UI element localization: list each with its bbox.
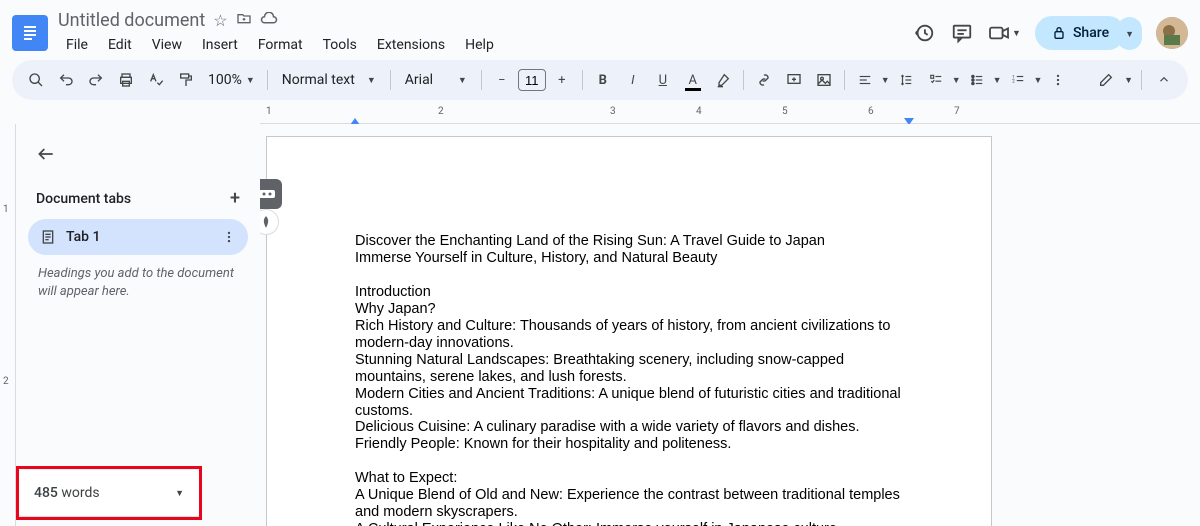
toolbar: 100%▼ Normal text▼ Arial▼ − + B I U A ▼ … bbox=[12, 60, 1188, 100]
history-icon[interactable] bbox=[912, 21, 936, 45]
menubar: File Edit View Insert Format Tools Exten… bbox=[58, 33, 912, 57]
menu-extensions[interactable]: Extensions bbox=[369, 33, 453, 57]
increase-font-icon[interactable]: + bbox=[548, 66, 576, 94]
page-canvas[interactable]: Discover the Enchanting Land of the Risi… bbox=[266, 136, 992, 526]
zoom-selector[interactable]: 100%▼ bbox=[202, 72, 261, 88]
numbered-list-icon[interactable]: 12 bbox=[1004, 66, 1032, 94]
redo-icon[interactable] bbox=[82, 66, 110, 94]
doc-line[interactable]: Modern Cities and Ancient Traditions: A … bbox=[355, 386, 903, 420]
insert-link-icon[interactable] bbox=[750, 66, 778, 94]
smart-chip-icon[interactable] bbox=[260, 179, 282, 209]
doc-line[interactable] bbox=[355, 267, 903, 284]
print-icon[interactable] bbox=[112, 66, 140, 94]
chevron-down-icon: ▼ bbox=[175, 488, 184, 499]
line-spacing-icon[interactable] bbox=[892, 66, 920, 94]
menu-view[interactable]: View bbox=[144, 33, 190, 57]
horizontal-ruler[interactable]: 1 2 3 4 5 6 7 bbox=[260, 108, 1200, 124]
search-icon[interactable] bbox=[22, 66, 50, 94]
decrease-font-icon[interactable]: − bbox=[488, 66, 516, 94]
account-avatar[interactable] bbox=[1156, 17, 1188, 49]
doc-line[interactable]: A Unique Blend of Old and New: Experienc… bbox=[355, 487, 903, 521]
underline-button[interactable]: U bbox=[649, 66, 677, 94]
font-size-input[interactable] bbox=[518, 69, 546, 91]
svg-text:2: 2 bbox=[1012, 78, 1015, 84]
collapse-toolbar-icon[interactable] bbox=[1150, 66, 1178, 94]
add-tab-icon[interactable]: + bbox=[230, 188, 240, 209]
back-arrow-icon[interactable] bbox=[24, 140, 252, 172]
bullet-list-icon[interactable] bbox=[963, 66, 991, 94]
doc-line[interactable]: Rich History and Culture: Thousands of y… bbox=[355, 318, 903, 352]
document-icon bbox=[40, 229, 56, 245]
word-count-panel[interactable]: 485 words ▼ bbox=[18, 470, 200, 516]
doc-line[interactable]: Immerse Yourself in Culture, History, an… bbox=[355, 250, 903, 267]
editing-mode-icon[interactable] bbox=[1092, 66, 1120, 94]
move-icon[interactable] bbox=[236, 10, 252, 30]
menu-insert[interactable]: Insert bbox=[194, 33, 246, 57]
menu-edit[interactable]: Edit bbox=[100, 33, 140, 57]
add-comment-icon[interactable] bbox=[780, 66, 808, 94]
word-count-label: words bbox=[61, 485, 99, 501]
menu-file[interactable]: File bbox=[58, 33, 96, 57]
text-color-button[interactable]: A bbox=[679, 66, 707, 94]
italic-button[interactable]: I bbox=[619, 66, 647, 94]
doc-line[interactable]: Discover the Enchanting Land of the Risi… bbox=[355, 233, 903, 250]
doc-line[interactable]: Stunning Natural Landscapes: Breathtakin… bbox=[355, 352, 903, 386]
more-options-icon[interactable] bbox=[1044, 66, 1072, 94]
doc-line[interactable]: A Cultural Experience Like No Other: Imm… bbox=[355, 521, 903, 526]
align-icon[interactable] bbox=[851, 66, 879, 94]
font-selector[interactable]: Arial▼ bbox=[397, 72, 475, 88]
bold-button[interactable]: B bbox=[589, 66, 617, 94]
doc-line[interactable]: Delicious Cuisine: A culinary paradise w… bbox=[355, 419, 903, 436]
undo-icon[interactable] bbox=[52, 66, 80, 94]
menu-tools[interactable]: Tools bbox=[315, 33, 365, 57]
doc-line[interactable]: Friendly People: Known for their hospita… bbox=[355, 436, 903, 453]
insert-image-icon[interactable] bbox=[810, 66, 838, 94]
vertical-ruler[interactable]: 1 2 bbox=[0, 124, 16, 526]
share-label: Share bbox=[1073, 25, 1109, 41]
doc-line[interactable]: Introduction bbox=[355, 284, 903, 301]
outline-sidebar: Document tabs + Tab 1 Headings you add t… bbox=[16, 124, 260, 526]
chevron-down-icon: ▼ bbox=[1012, 28, 1021, 39]
share-button[interactable]: Share bbox=[1035, 16, 1125, 50]
checklist-icon[interactable] bbox=[922, 66, 950, 94]
doc-line[interactable]: What to Expect: bbox=[355, 470, 903, 487]
style-selector[interactable]: Normal text▼ bbox=[274, 72, 384, 88]
spellcheck-icon[interactable] bbox=[142, 66, 170, 94]
tab-label: Tab 1 bbox=[66, 229, 212, 245]
doc-line[interactable] bbox=[355, 453, 903, 470]
tab-item-1[interactable]: Tab 1 bbox=[28, 219, 248, 255]
doc-line[interactable]: Why Japan? bbox=[355, 301, 903, 318]
meet-button[interactable]: ▼ bbox=[988, 24, 1021, 42]
outline-hint: Headings you add to the document will ap… bbox=[24, 255, 252, 311]
star-icon[interactable]: ☆ bbox=[213, 11, 227, 30]
menu-help[interactable]: Help bbox=[457, 33, 502, 57]
highlight-icon[interactable] bbox=[709, 66, 737, 94]
document-title[interactable]: Untitled document bbox=[58, 10, 205, 31]
comments-icon[interactable] bbox=[950, 21, 974, 45]
cloud-status-icon[interactable] bbox=[260, 11, 278, 30]
suggestion-icon[interactable] bbox=[260, 209, 279, 235]
share-dropdown[interactable]: ▼ bbox=[1117, 17, 1142, 50]
tab-menu-icon[interactable] bbox=[222, 230, 236, 244]
menu-format[interactable]: Format bbox=[250, 33, 311, 57]
document-tabs-label: Document tabs bbox=[36, 191, 131, 207]
docs-icon[interactable] bbox=[12, 15, 48, 51]
word-count-number: 485 bbox=[34, 485, 58, 501]
paint-format-icon[interactable] bbox=[172, 66, 200, 94]
